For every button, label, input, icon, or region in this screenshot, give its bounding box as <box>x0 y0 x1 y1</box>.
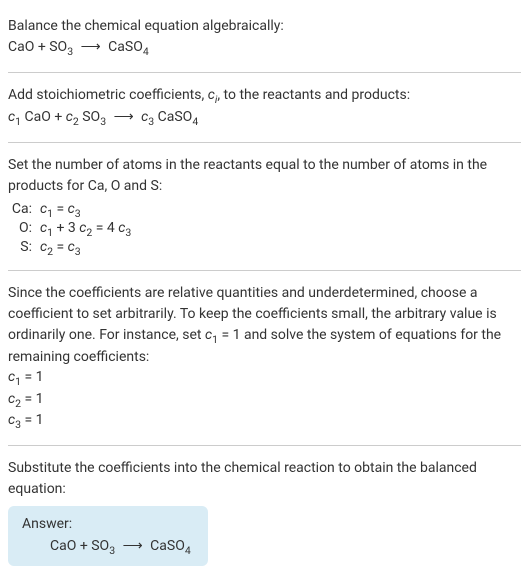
eq-right: CaSO <box>108 39 143 55</box>
answer-box: Answer: CaO + SO3 ⟶ CaSO4 <box>8 506 208 567</box>
eq-sub1: 3 <box>67 45 73 58</box>
coeff-c1: c1 = 1 <box>8 368 521 389</box>
atom-title: Set the number of atoms in the reactants… <box>8 155 521 197</box>
answer-label: Answer: <box>22 516 194 532</box>
section-solve: Since the coefficients are relative quan… <box>8 275 521 441</box>
divider <box>8 142 521 143</box>
eq-sub2: 4 <box>143 45 149 58</box>
section-balance-intro: Balance the chemical equation algebraica… <box>8 8 521 68</box>
section-substitute: Substitute the coefficients into the che… <box>8 450 521 575</box>
atom-eq: c2 = c3 <box>40 239 521 258</box>
unbalanced-equation: CaO + SO3 ⟶ CaSO4 <box>8 39 521 58</box>
atom-row-s: S: c2 = c3 <box>8 239 521 258</box>
ci-var: c <box>208 87 215 103</box>
coeff-c2: c2 = 1 <box>8 390 521 411</box>
atom-label: O: <box>8 220 40 236</box>
intro-title: Balance the chemical equation algebraica… <box>8 16 521 37</box>
arrow-icon: ⟶ <box>123 538 143 554</box>
atom-eq: c1 + 3 c2 = 4 c3 <box>40 220 521 239</box>
arrow-icon: ⟶ <box>81 39 101 55</box>
substitute-title: Substitute the coefficients into the che… <box>8 458 521 500</box>
atom-row-ca: Ca: c1 = c3 <box>8 201 521 220</box>
atom-label: S: <box>8 239 40 255</box>
atom-eq: c1 = c3 <box>40 201 521 220</box>
divider <box>8 72 521 73</box>
divider <box>8 445 521 446</box>
balanced-equation: CaO + SO3 ⟶ CaSO4 <box>22 538 194 557</box>
arrow-icon: ⟶ <box>114 109 134 125</box>
coeff-title: Add stoichiometric coefficients, ci, to … <box>8 85 521 108</box>
atom-row-o: O: c1 + 3 c2 = 4 c3 <box>8 220 521 239</box>
atom-label: Ca: <box>8 201 40 217</box>
section-add-coeffs: Add stoichiometric coefficients, ci, to … <box>8 77 521 138</box>
coeff-equation: c1 CaO + c2 SO3 ⟶ c3 CaSO4 <box>8 109 521 128</box>
divider <box>8 270 521 271</box>
solve-text: Since the coefficients are relative quan… <box>8 283 521 369</box>
coeff-c3: c3 = 1 <box>8 411 521 432</box>
atom-table: Ca: c1 = c3 O: c1 + 3 c2 = 4 c3 S: c2 = … <box>8 201 521 257</box>
section-atom-balance: Set the number of atoms in the reactants… <box>8 147 521 265</box>
eq-left: CaO + SO <box>8 39 67 55</box>
